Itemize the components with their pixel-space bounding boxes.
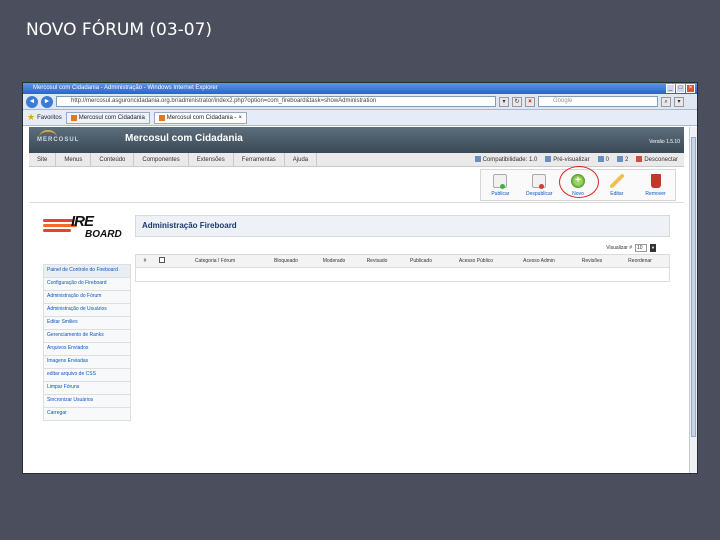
window-controls: _ □ × bbox=[666, 84, 695, 93]
search-icon[interactable]: ⌕ bbox=[661, 96, 671, 107]
address-toolbar: ◄ ► http://mercosul.asguroncidadania.org… bbox=[23, 94, 697, 110]
menu-extensions[interactable]: Extensões bbox=[189, 152, 234, 167]
menu-menus[interactable]: Menus bbox=[56, 152, 92, 167]
col-category[interactable]: Categoria / Fórum bbox=[170, 258, 260, 264]
admin-menu-bar: Site Menus Conteúdo Componentes Extensõe… bbox=[29, 152, 684, 167]
fireboard-logo: IRE BOARD bbox=[43, 213, 123, 245]
new-button[interactable]: + Novo bbox=[558, 165, 599, 198]
browser-screenshot: Mercosul com Cidadania - Administração -… bbox=[22, 82, 698, 474]
logout-icon bbox=[636, 156, 643, 163]
remove-button[interactable]: Remover bbox=[639, 173, 673, 197]
search-input[interactable]: Google bbox=[538, 96, 658, 107]
menu-content[interactable]: Conteúdo bbox=[91, 152, 135, 167]
back-icon[interactable]: ◄ bbox=[26, 95, 38, 108]
forward-icon[interactable]: ► bbox=[41, 95, 53, 108]
sidebar-item-files[interactable]: Arquivos Enviados bbox=[43, 343, 131, 356]
maximize-icon[interactable]: □ bbox=[676, 84, 685, 93]
sidebar-item-user-admin[interactable]: Administração de Usuários bbox=[43, 304, 131, 317]
window-title: Mercosul com Cidadania - Administração -… bbox=[33, 85, 218, 91]
fireboard-header: Administração Fireboard bbox=[135, 215, 670, 237]
browser-tab-1[interactable]: Mercosul com Cidadania bbox=[65, 111, 150, 124]
sidebar-item-config[interactable]: Configuração do Fireboard bbox=[43, 278, 131, 291]
checkbox-icon[interactable] bbox=[159, 257, 165, 263]
col-public-access: Acesso Público bbox=[458, 258, 494, 264]
browser-tab-2[interactable]: Mercosul com Cidadania - × bbox=[153, 111, 248, 124]
forum-table: # Categoria / Fórum Bloqueado Moderado R… bbox=[135, 254, 670, 282]
menu-components[interactable]: Componentes bbox=[134, 152, 189, 167]
dropdown-icon[interactable]: ▾ bbox=[499, 96, 509, 107]
sidebar-item-css[interactable]: editar arquivo de CSS bbox=[43, 369, 131, 382]
col-admin-access: Acesso Admin bbox=[523, 258, 555, 264]
logo-text-top: IRE bbox=[71, 213, 94, 230]
menu-help[interactable]: Ajuda bbox=[285, 152, 318, 167]
logo-text-bottom: BOARD bbox=[85, 229, 122, 240]
joomla-admin-page: MERCOSUL Mercosul com Cidadania Versão 1… bbox=[29, 127, 684, 473]
fireboard-sidebar: Painel de Controle do Fireboard Configur… bbox=[43, 264, 131, 421]
sidebar-item-images[interactable]: Imagens Enviadas bbox=[43, 356, 131, 369]
sidebar-item-prune[interactable]: Limpar Fóruns bbox=[43, 382, 131, 395]
status-area: Compatibilidade: 1.0 Pré-visualizar 0 2 … bbox=[474, 153, 678, 167]
col-locked: Bloqueado bbox=[274, 258, 298, 264]
table-empty-row bbox=[135, 268, 670, 282]
version-label: Versão 1.5.10 bbox=[649, 139, 680, 145]
col-reviews: Revisões bbox=[581, 258, 603, 264]
favorites-tabs-bar: ★ Favoritos Mercosul com Cidadania Merco… bbox=[23, 110, 697, 126]
unpublish-button[interactable]: Despublicar bbox=[522, 173, 556, 197]
edit-button[interactable]: Editar bbox=[600, 173, 634, 197]
unpublish-icon bbox=[532, 173, 547, 189]
page-scrollbar[interactable] bbox=[689, 127, 697, 473]
scrollbar-thumb[interactable] bbox=[691, 137, 696, 437]
site-favicon-icon bbox=[158, 114, 165, 121]
trash-icon bbox=[650, 173, 661, 188]
preview-icon bbox=[545, 156, 552, 163]
users-icon bbox=[616, 156, 623, 163]
col-select-all[interactable] bbox=[154, 257, 170, 265]
highlight-circle bbox=[558, 165, 599, 198]
messages-count[interactable]: 0 bbox=[597, 153, 609, 167]
refresh-icon[interactable]: ↻ bbox=[512, 96, 522, 107]
preview-link[interactable]: Pré-visualizar bbox=[545, 153, 590, 167]
site-name: Mercosul com Cidadania bbox=[125, 133, 243, 144]
sidebar-item-smilies[interactable]: Editar Smilies bbox=[43, 317, 131, 330]
sidebar-item-forum-admin[interactable]: Administração do Fórum bbox=[43, 291, 131, 304]
compat-status[interactable]: Compatibilidade: 1.0 bbox=[474, 153, 537, 167]
browser-title-bar: Mercosul com Cidadania - Administração -… bbox=[23, 83, 697, 94]
star-icon: ★ bbox=[27, 112, 36, 122]
menu-site[interactable]: Site bbox=[29, 152, 57, 167]
favorites-button[interactable]: ★ Favoritos bbox=[27, 112, 62, 123]
component-toolbar: Publicar Despublicar + Novo Editar Remov… bbox=[29, 165, 684, 203]
sidebar-item-upload[interactable]: Carregar bbox=[43, 408, 131, 421]
site-favicon-icon bbox=[70, 114, 77, 121]
sidebar-item-sync-users[interactable]: Sincronizar Usuários bbox=[43, 395, 131, 408]
address-bar[interactable]: http://mercosul.asguroncidadania.org.br/… bbox=[56, 96, 496, 107]
slide-title: NOVO FÓRUM (03-07) bbox=[26, 20, 213, 40]
col-published: Publicado bbox=[410, 258, 432, 264]
menu-tools[interactable]: Ferramentas bbox=[234, 152, 285, 167]
publish-icon bbox=[493, 173, 508, 189]
col-reorder: Reordenar bbox=[628, 258, 652, 264]
table-header-row: # Categoria / Fórum Bloqueado Moderado R… bbox=[135, 254, 670, 268]
pencil-icon bbox=[609, 173, 624, 188]
col-number: # bbox=[143, 258, 147, 264]
close-tab-icon[interactable]: × bbox=[239, 113, 243, 123]
col-reviewed: Revisado bbox=[366, 258, 388, 264]
toolbar-buttons: Publicar Despublicar + Novo Editar Remov… bbox=[480, 165, 676, 201]
chevron-down-icon[interactable]: ▼ bbox=[650, 244, 656, 252]
close-icon[interactable]: × bbox=[686, 84, 695, 93]
minimize-icon[interactable]: _ bbox=[666, 84, 675, 93]
logout-link[interactable]: Desconectar bbox=[636, 153, 678, 167]
display-count-select[interactable]: 10 bbox=[635, 244, 647, 252]
stop-icon[interactable]: × bbox=[525, 96, 535, 107]
display-count: Visualizar # 10 ▼ bbox=[606, 244, 656, 252]
admin-banner: MERCOSUL Mercosul com Cidadania Versão 1… bbox=[29, 127, 684, 153]
site-logo: MERCOSUL bbox=[37, 130, 80, 143]
publish-button[interactable]: Publicar bbox=[483, 173, 517, 197]
users-count: 2 bbox=[616, 153, 628, 167]
compat-icon bbox=[474, 156, 481, 163]
col-moderated: Moderado bbox=[322, 258, 346, 264]
mail-icon bbox=[597, 156, 604, 163]
sidebar-item-control-panel[interactable]: Painel de Controle do Fireboard bbox=[43, 264, 131, 278]
search-options-icon[interactable]: ▾ bbox=[674, 96, 684, 107]
sidebar-item-ranks[interactable]: Gerenciamento de Ranks bbox=[43, 330, 131, 343]
